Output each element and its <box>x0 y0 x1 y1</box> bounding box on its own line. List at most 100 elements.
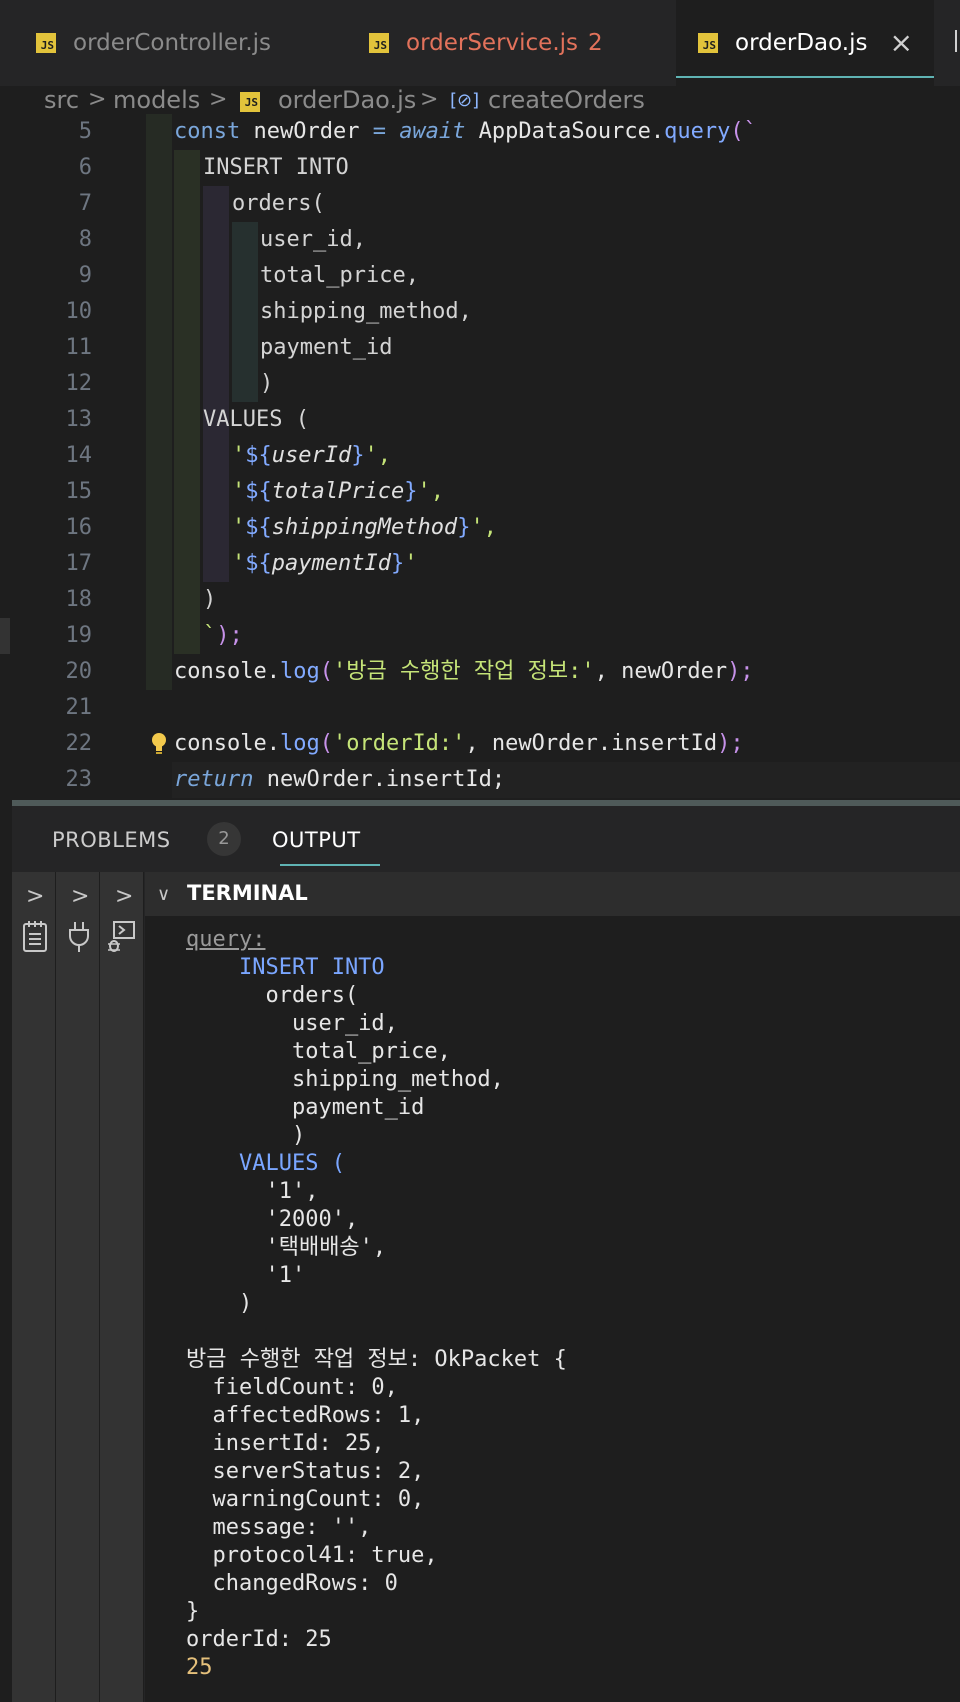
column-divider <box>99 872 100 1702</box>
terminal-header[interactable]: ∨ TERMINAL <box>145 872 960 916</box>
code-line: 12 ) <box>0 366 960 402</box>
code-token: ' <box>404 551 418 576</box>
panel-tab-bar: PROBLEMS 2 OUTPUT <box>12 806 960 872</box>
close-icon[interactable]: × <box>890 29 913 57</box>
code-token: userId <box>271 443 352 468</box>
bottom-panel: PROBLEMS 2 OUTPUT > > > ∨ TERMINAL query… <box>0 800 960 1702</box>
line-number: 21 <box>65 695 93 720</box>
tab-order-dao[interactable]: JS orderDao.js × <box>676 0 934 86</box>
code-line: 13 VALUES ( <box>0 402 960 438</box>
debug-console-icon[interactable] <box>106 920 136 954</box>
panel-side-column <box>100 872 143 1702</box>
line-number: 15 <box>65 479 93 504</box>
next-tab-edge <box>955 30 960 52</box>
breadcrumb-separator: > <box>420 87 439 112</box>
terminal-output[interactable]: query: INSERT INTO orders( user_id, tota… <box>145 916 960 1702</box>
breadcrumb-symbol[interactable]: createOrders <box>488 86 645 114</box>
terminal-line: 방금 수행한 작업 정보: OkPacket { <box>186 1347 567 1372</box>
line-number: 19 <box>65 623 93 648</box>
code-line: 15 '${totalPrice}', <box>0 474 960 510</box>
code-token: ' <box>232 443 246 468</box>
terminal-line: affectedRows: 1, <box>186 1403 425 1428</box>
code-editor[interactable]: 5 const newOrder = await AppDataSource.q… <box>0 114 960 800</box>
code-line: 21 <box>0 690 960 726</box>
code-token: ` <box>203 623 217 648</box>
code-text: INSERT INTO <box>203 155 349 180</box>
chevron-right-icon[interactable]: > <box>26 884 44 909</box>
code-token: totalPrice <box>271 479 405 504</box>
code-token: ${ <box>245 551 272 576</box>
code-text: orders( <box>232 191 325 216</box>
code-line: 19 `); <box>0 618 960 654</box>
lightbulb-icon[interactable] <box>150 732 168 756</box>
line-number: 22 <box>65 731 93 756</box>
chevron-right-icon[interactable]: > <box>71 884 89 909</box>
code-token: ', <box>417 479 444 504</box>
tab-problems[interactable]: PROBLEMS <box>52 828 171 852</box>
terminal-line: ) <box>186 1123 306 1148</box>
line-number: 6 <box>78 155 92 180</box>
line-number: 13 <box>65 407 93 432</box>
column-divider <box>55 872 56 1702</box>
code-line: 18 ) <box>0 582 960 618</box>
tab-order-controller[interactable]: JS orderController.js <box>0 0 336 86</box>
js-file-icon: JS <box>369 33 389 53</box>
tab-label: orderController.js <box>73 30 272 56</box>
breadcrumb-models[interactable]: models <box>113 86 200 114</box>
code-token: console. <box>174 731 280 756</box>
terminal-line: '1' <box>186 1263 306 1288</box>
js-file-icon: JS <box>698 33 718 53</box>
terminal-line: protocol41: true, <box>186 1543 438 1568</box>
tab-output[interactable]: OUTPUT <box>272 828 361 852</box>
code-token: paymentId <box>271 551 391 576</box>
line-number: 5 <box>78 119 92 144</box>
column-divider <box>143 872 144 1702</box>
problems-badge: 2 <box>207 822 241 856</box>
editor-tab-bar: JS orderController.js JS orderService.js… <box>0 0 960 86</box>
active-tab-indicator <box>280 864 380 866</box>
breadcrumb-separator: > <box>209 87 228 112</box>
code-line: 5 const newOrder = await AppDataSource.q… <box>0 114 960 150</box>
code-token: shippingMethod <box>271 515 458 540</box>
code-line: 8 user_id, <box>0 222 960 258</box>
terminal-line: payment_id <box>186 1095 425 1120</box>
terminal-line: orders( <box>186 983 359 1008</box>
code-token: console. <box>174 659 280 684</box>
code-token: return <box>174 767 254 792</box>
code-text: total_price, <box>260 263 419 288</box>
code-token: , newOrder <box>594 659 728 684</box>
code-token: ( <box>319 659 333 684</box>
notebook-icon[interactable] <box>20 920 50 954</box>
code-token: ', <box>364 443 391 468</box>
panel-side-column <box>56 872 99 1702</box>
code-token: ${ <box>245 479 272 504</box>
code-token: newOrder.insertId; <box>253 767 506 792</box>
code-token: ); <box>727 659 754 684</box>
tab-order-service[interactable]: JS orderService.js 2 <box>336 0 676 86</box>
code-token: log <box>279 659 320 684</box>
code-token: ${ <box>245 515 272 540</box>
panel-side-column <box>12 872 55 1702</box>
terminal-line: '1', <box>186 1179 319 1204</box>
code-text: ) <box>260 371 274 396</box>
breadcrumb-file[interactable]: orderDao.js <box>278 86 416 114</box>
code-line: 22 console.log('orderId:', newOrder.inse… <box>0 726 960 762</box>
code-token: (` <box>730 119 757 144</box>
breadcrumb-src[interactable]: src <box>44 86 79 114</box>
chevron-down-icon[interactable]: ∨ <box>157 884 170 905</box>
code-line: 9 total_price, <box>0 258 960 294</box>
code-line: 17 '${paymentId}' <box>0 546 960 582</box>
js-file-icon: JS <box>36 33 56 53</box>
code-token: = <box>372 119 386 144</box>
terminal-line: fieldCount: 0, <box>186 1375 398 1400</box>
terminal-line: shipping_method, <box>186 1067 504 1092</box>
code-token: log <box>279 731 320 756</box>
code-token: ' <box>232 479 246 504</box>
chevron-right-icon[interactable]: > <box>115 884 133 909</box>
code-token: AppDataSource. <box>465 119 665 144</box>
problems-count-badge: 2 <box>588 30 603 56</box>
line-number: 12 <box>65 371 93 396</box>
plug-icon[interactable] <box>64 920 94 954</box>
code-text: user_id, <box>260 227 366 252</box>
